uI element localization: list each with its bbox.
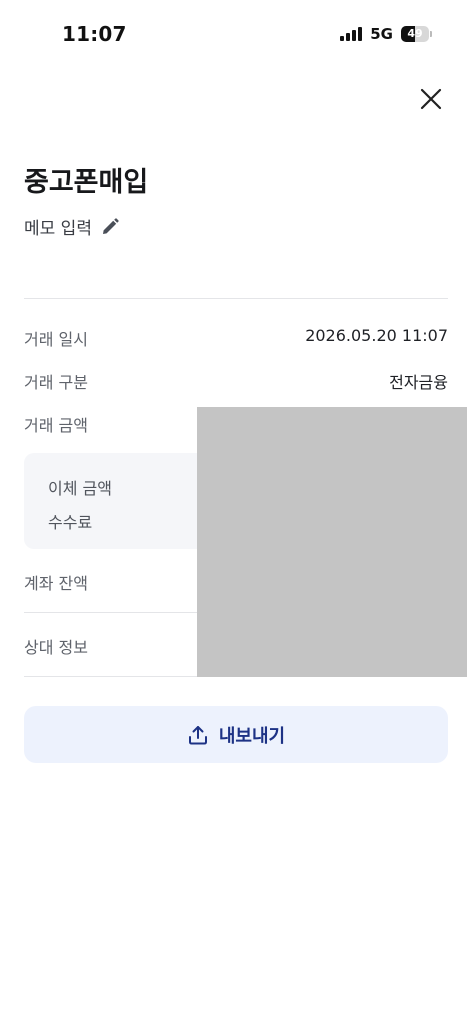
cellular-signal-icon [340, 27, 363, 41]
export-button[interactable]: 내보내기 [24, 706, 448, 763]
battery-percent: 49 [407, 27, 423, 40]
divider [24, 298, 448, 299]
datetime-label: 거래 일시 [24, 330, 88, 349]
battery-icon: 49 [401, 26, 432, 42]
status-time: 11:07 [62, 22, 127, 46]
counterparty-label: 상대 정보 [24, 638, 88, 657]
close-button[interactable] [418, 86, 444, 112]
page-title: 중고폰매입 [24, 167, 149, 198]
pencil-icon [102, 217, 119, 234]
type-value: 전자금융 [389, 373, 448, 392]
status-indicators: 5G 49 [340, 25, 432, 43]
status-bar: 11:07 5G 49 [0, 0, 472, 60]
datetime-value: 2026.05.20 11:07 [305, 326, 448, 345]
upload-icon [188, 725, 207, 744]
network-type: 5G [370, 25, 393, 43]
memo-input-button[interactable]: 메모 입력 [24, 214, 120, 239]
memo-label: 메모 입력 [24, 219, 92, 239]
close-icon [420, 88, 442, 110]
fee-label: 수수료 [48, 513, 93, 532]
transfer-amount-label: 이체 금액 [48, 479, 112, 498]
redacted-area [197, 407, 467, 677]
type-label: 거래 구분 [24, 373, 88, 392]
export-label: 내보내기 [218, 725, 286, 747]
amount-label: 거래 금액 [24, 416, 88, 435]
balance-label: 계좌 잔액 [24, 574, 88, 593]
